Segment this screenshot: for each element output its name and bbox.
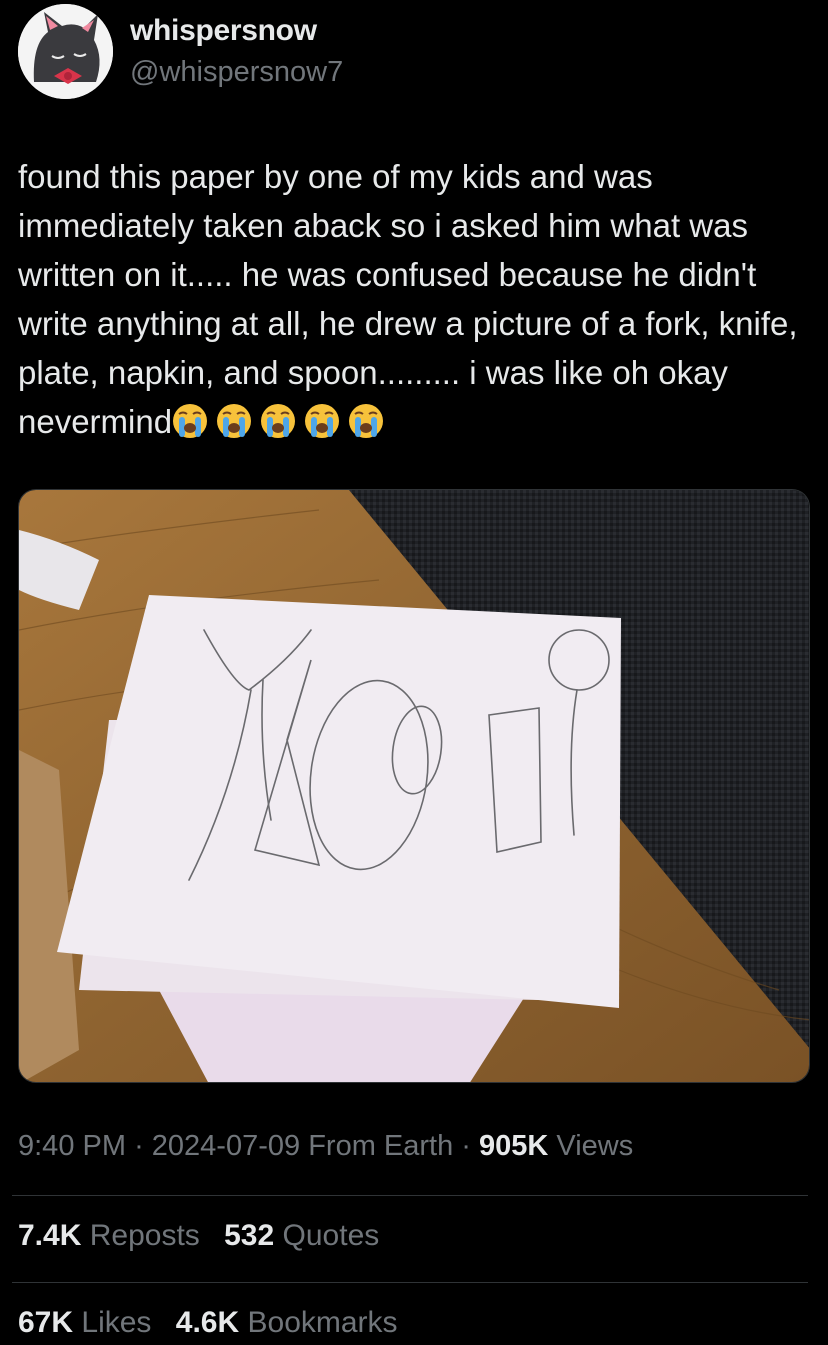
reposts-count: 7.4K: [18, 1219, 82, 1252]
likes-label: Likes: [81, 1306, 152, 1339]
photo-drawing-on-paper: [19, 490, 809, 1082]
likes-stat[interactable]: 67K Likes: [18, 1306, 167, 1339]
display-name[interactable]: whispersnow: [130, 14, 317, 48]
quotes-stat[interactable]: 532 Quotes: [224, 1219, 395, 1252]
loudly-crying-face-icon: [173, 404, 208, 438]
quotes-label: Quotes: [282, 1219, 380, 1252]
loudly-crying-face-icon: [349, 404, 384, 438]
tweet-time[interactable]: 9:40 PM: [18, 1130, 126, 1162]
engagement-row: 67K Likes 4.6K Bookmarks: [18, 1306, 414, 1340]
views-count: 905K: [479, 1130, 549, 1162]
tweet-header: whispersnow @whispersnow7: [18, 4, 808, 100]
bookmarks-stat[interactable]: 4.6K Bookmarks: [176, 1306, 414, 1339]
bookmarks-count: 4.6K: [175, 1306, 240, 1339]
meta-separator: ·: [461, 1130, 471, 1162]
tweet-meta: 9:40 PM · 2024-07-09 From Earth · 905K V…: [18, 1130, 633, 1163]
divider: [12, 1195, 808, 1196]
tweet-body: found this paper by one of my kids and w…: [18, 158, 807, 440]
loudly-crying-face-icon: [261, 404, 296, 438]
likes-count: 67K: [18, 1306, 74, 1339]
engagement-row: 7.4K Reposts 532 Quotes: [18, 1219, 395, 1253]
meta-separator: ·: [134, 1130, 144, 1162]
tweet-photo[interactable]: [18, 489, 810, 1083]
tweet-text: found this paper by one of my kids and w…: [18, 152, 818, 452]
views-label: Views: [556, 1130, 634, 1162]
reposts-stat[interactable]: 7.4K Reposts: [18, 1219, 216, 1252]
bookmarks-label: Bookmarks: [247, 1306, 398, 1339]
avatar-cat-icon: [18, 4, 113, 99]
user-handle[interactable]: @whispersnow7: [130, 56, 343, 89]
tweet-source: From Earth: [308, 1130, 454, 1162]
loudly-crying-face-icon: [305, 404, 340, 438]
quotes-count: 532: [224, 1219, 275, 1252]
reposts-label: Reposts: [89, 1219, 200, 1252]
avatar[interactable]: [18, 4, 113, 99]
emoji-row: [172, 403, 392, 452]
tweet-date[interactable]: 2024-07-09: [152, 1130, 300, 1162]
divider: [12, 1282, 808, 1283]
loudly-crying-face-icon: [217, 404, 252, 438]
